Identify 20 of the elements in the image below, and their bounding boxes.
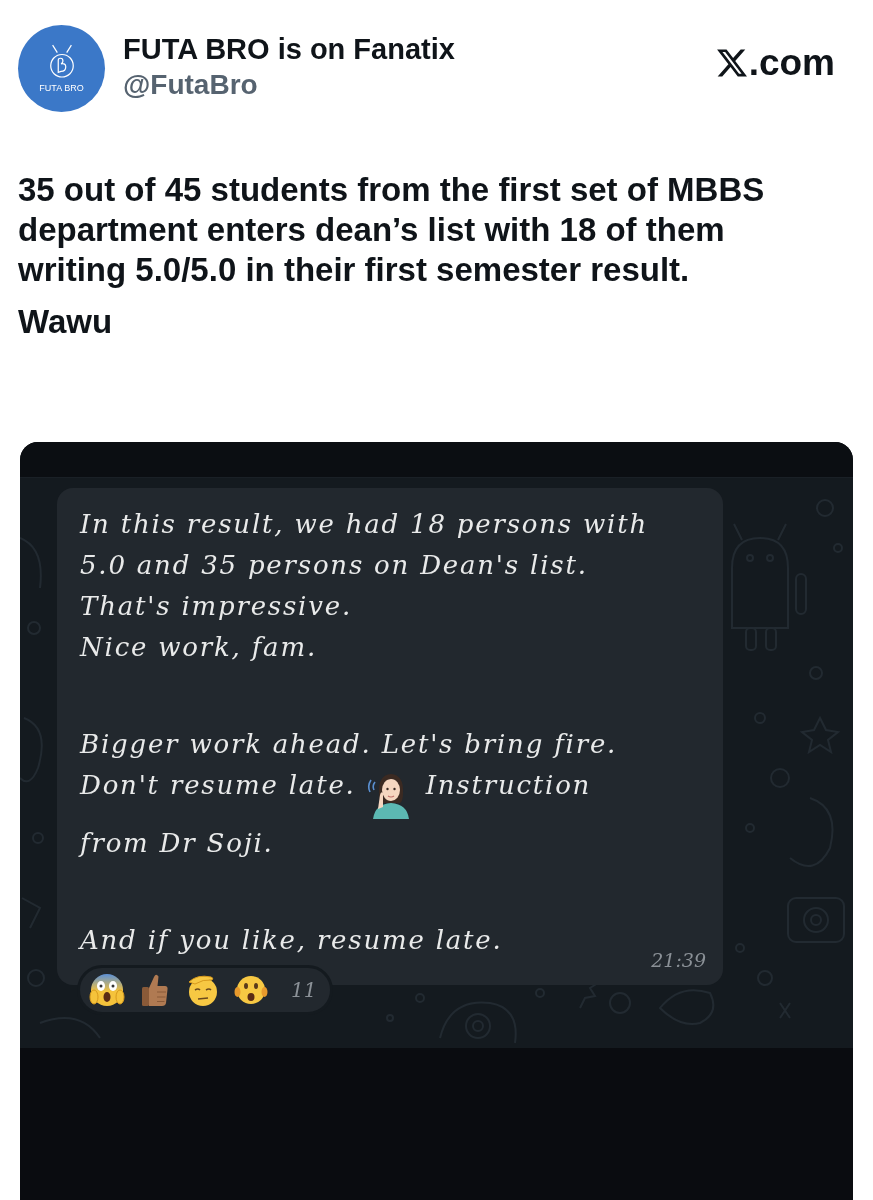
- message-line: Bigger work ahead. Let's bring fire.: [80, 728, 618, 761]
- message-line: In this result, we had 18 persons with: [80, 508, 648, 541]
- tweet-text: 35 out of 45 students from the first set of MBBS department enters dean’s list with 18 of them writing 5.0/5.0 in their first semester result.: [18, 170, 766, 290]
- avatar-caption: FUTA BRO: [39, 83, 84, 93]
- site-label: .com: [748, 41, 835, 85]
- message-line: That's impressive.: [80, 590, 352, 623]
- x-logo-icon: [716, 48, 747, 78]
- message-line: Instruction: [425, 769, 592, 802]
- message-line: Nice work, fam.: [80, 631, 317, 664]
- reaction-count: 11: [291, 978, 317, 1002]
- display-name: FUTA BRO is on Fanatix: [123, 32, 455, 66]
- screaming-face-icon: [89, 972, 125, 1008]
- message-line: Don't resume late.: [80, 769, 356, 802]
- user-handle: @FutaBro: [123, 68, 259, 102]
- message-line: And if you like, resume late.: [80, 924, 503, 957]
- message-time: 21:39: [651, 948, 706, 972]
- message-line: from Dr Soji.: [80, 827, 274, 860]
- message-line: 5.0 and 35 persons on Dean's list.: [80, 549, 588, 582]
- tweet-text: Wawu: [18, 302, 114, 342]
- reactions-bar[interactable]: 11: [77, 965, 334, 1015]
